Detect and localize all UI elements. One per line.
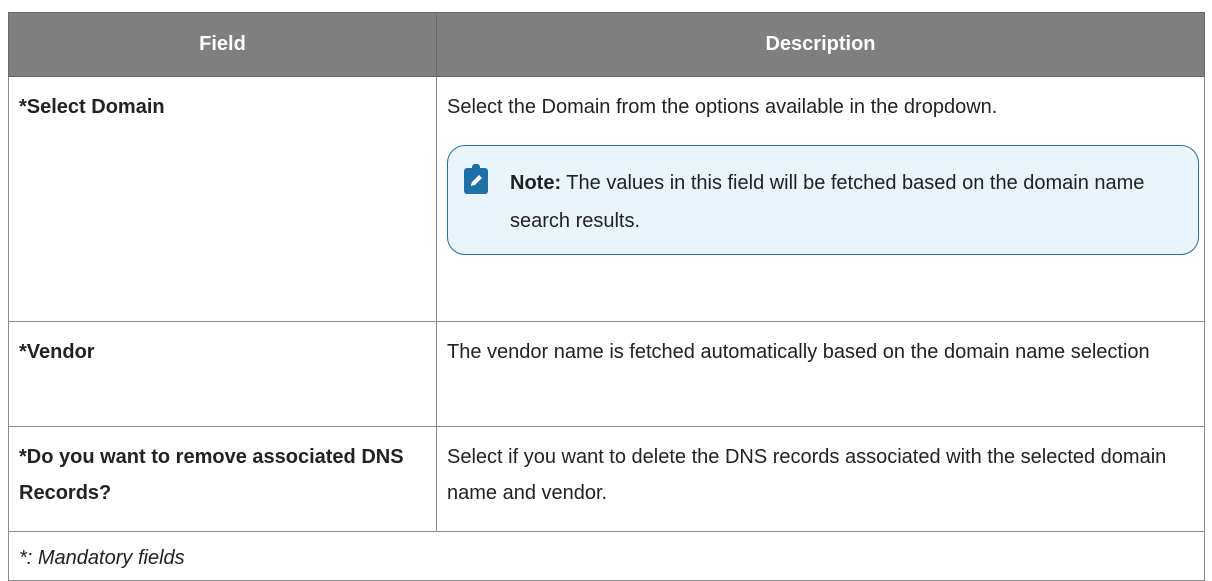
header-description: Description — [436, 12, 1205, 77]
footer-note: *: Mandatory fields — [8, 531, 1205, 581]
note-body: The values in this field will be fetched… — [510, 172, 1145, 232]
description-text: The vendor name is fetched automatically… — [447, 341, 1150, 363]
table-row: *Select Domain Select the Domain from th… — [8, 76, 1205, 322]
description-text: Select if you want to delete the DNS rec… — [447, 446, 1167, 504]
header-field: Field — [8, 12, 437, 77]
description-cell: The vendor name is fetched automatically… — [436, 321, 1205, 427]
field-label-remove-dns: *Do you want to remove associated DNS Re… — [19, 446, 404, 504]
note-label: Note: — [510, 172, 562, 194]
table-row: *Vendor The vendor name is fetched autom… — [8, 321, 1205, 427]
field-cell: *Select Domain — [8, 76, 437, 322]
fields-table: Field Description *Select Domain Select … — [8, 12, 1205, 581]
table-header-row: Field Description — [8, 12, 1205, 77]
description-text: Select the Domain from the options avail… — [447, 96, 998, 118]
note-text: Note: The values in this field will be f… — [510, 164, 1182, 240]
field-label-select-domain: *Select Domain — [19, 96, 165, 118]
note-box: Note: The values in this field will be f… — [447, 145, 1199, 255]
description-cell: Select the Domain from the options avail… — [436, 76, 1205, 322]
table-row: *Do you want to remove associated DNS Re… — [8, 426, 1205, 532]
note-icon — [464, 164, 488, 194]
field-cell: *Do you want to remove associated DNS Re… — [8, 426, 437, 532]
description-cell: Select if you want to delete the DNS rec… — [436, 426, 1205, 532]
field-label-vendor: *Vendor — [19, 341, 95, 363]
field-cell: *Vendor — [8, 321, 437, 427]
footer-row: *: Mandatory fields — [8, 531, 1205, 581]
